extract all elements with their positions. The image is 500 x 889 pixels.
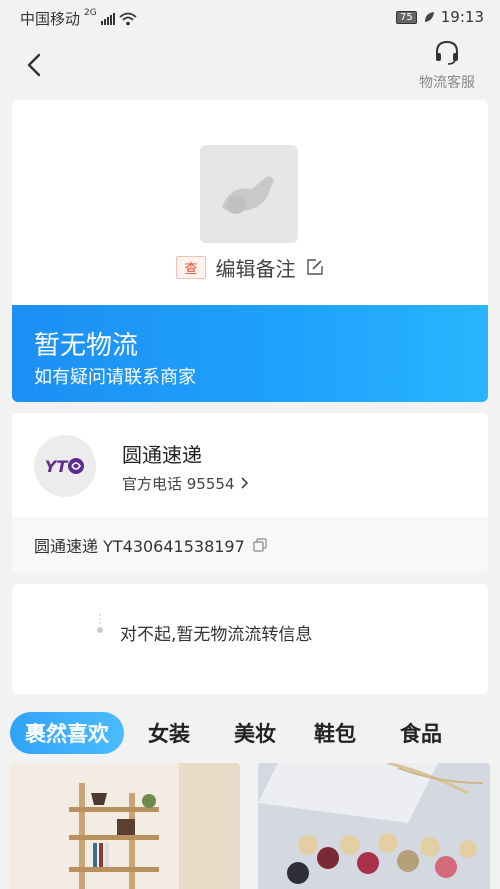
carrier-card: YT 圆通速递 官方电话 95554 圆通速递 YT430641538197 [12, 413, 488, 573]
wifi-icon [119, 12, 137, 25]
network-type: 2G [84, 7, 97, 18]
product-card-earrings[interactable] [258, 763, 490, 889]
product-card-shelf[interactable] [9, 763, 240, 889]
logistics-info-card: 对不起,暂无物流流转信息 [12, 584, 488, 694]
carrier-name: 中国移动 [20, 10, 81, 28]
signal-icon [100, 12, 115, 25]
carrier-phone-link[interactable]: 官方电话 95554 [122, 473, 249, 494]
logo-text: YT [44, 456, 68, 476]
shelf-photo-icon [9, 763, 240, 889]
carrier-phone-text: 官方电话 95554 [122, 475, 235, 493]
banner-title: 暂无物流 [34, 331, 139, 361]
tab-beauty[interactable]: 美妆 [234, 718, 276, 748]
placeholder-bird-icon [222, 176, 274, 214]
recommendation-tabs: 裹然喜欢 女装 美妆 鞋包 食品 [10, 710, 500, 756]
logistics-support-button[interactable]: 物流客服 [412, 40, 482, 92]
battery-icon: 75 [396, 10, 417, 24]
status-banner: 暂无物流 如有疑问请联系商家 [12, 305, 488, 402]
tab-shoes-bags[interactable]: 鞋包 [314, 718, 356, 748]
no-logistics-message: 对不起,暂无物流流转信息 [120, 625, 313, 645]
package-card: 查 编辑备注 暂无物流 如有疑问请联系商家 [12, 100, 488, 402]
earrings-photo-icon [258, 763, 490, 889]
chevron-right-icon [241, 477, 249, 489]
query-tag: 查 [176, 255, 206, 279]
carrier-name: 圆通速递 [122, 443, 202, 467]
tracking-number: 圆通速递 YT430641538197 [34, 537, 245, 556]
status-bar: 中国移动 2G 75 19:13 [0, 0, 500, 34]
tab-womens-wear[interactable]: 女装 [148, 718, 190, 748]
leaf-icon [424, 12, 434, 22]
status-left: 中国移动 2G [20, 8, 137, 29]
tab-recommend[interactable]: 裹然喜欢 [10, 712, 124, 754]
edit-note-label: 编辑备注 [215, 256, 296, 281]
status-right: 75 19:13 [396, 8, 484, 26]
tracking-row[interactable]: 圆通速递 YT430641538197 [12, 517, 488, 573]
support-label: 物流客服 [419, 75, 475, 91]
edit-icon[interactable] [306, 258, 324, 276]
chevron-left-icon [27, 53, 41, 77]
note-row[interactable]: 查 编辑备注 [12, 252, 488, 282]
timeline-dot-icon [97, 614, 103, 633]
headset-icon [436, 40, 458, 65]
copy-icon[interactable] [253, 538, 267, 552]
banner-subtitle: 如有疑问请联系商家 [34, 367, 196, 388]
product-thumbnail[interactable] [200, 145, 298, 243]
nav-bar: 物流客服 [0, 34, 500, 96]
status-time: 19:13 [440, 8, 484, 26]
logo-swirl-icon [68, 458, 85, 474]
yto-logo: YT [34, 435, 96, 497]
tab-food[interactable]: 食品 [400, 718, 442, 748]
back-button[interactable] [20, 50, 50, 80]
